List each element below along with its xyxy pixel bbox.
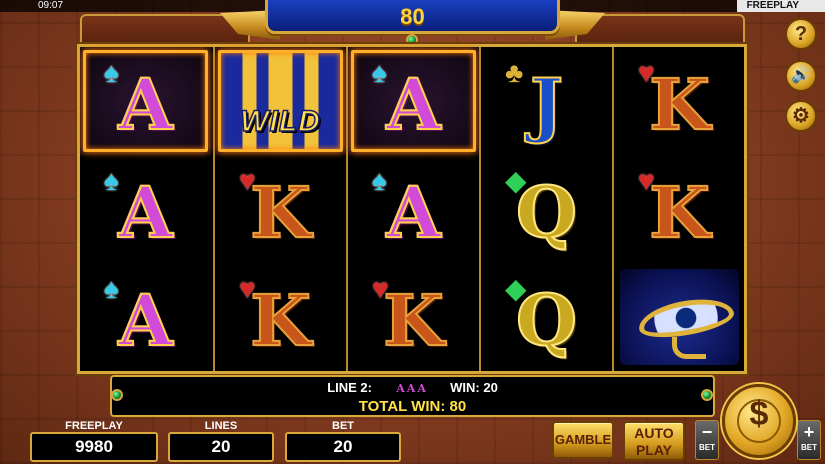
speaker-icon: 🔊 xyxy=(791,67,811,84)
bet-decrease-label: BET xyxy=(699,443,715,452)
lines-value[interactable]: 20 xyxy=(168,432,274,462)
line-label: LINE 2: xyxy=(327,380,372,395)
header-win-display: 80 xyxy=(265,0,560,34)
symbol-letter: A xyxy=(117,279,173,362)
reel-symbol: ♥ K xyxy=(215,263,346,371)
symbol-letter: A xyxy=(385,63,441,146)
reel-symbol: ♠ A xyxy=(348,155,479,263)
reel-symbol: ♥ K xyxy=(614,47,745,155)
line-symbol: A xyxy=(396,382,405,395)
line-win-text: LINE 2: AAA WIN: 20 xyxy=(112,380,713,395)
autoplay-label-1: AUTO xyxy=(634,425,674,441)
reel-symbol: ♠ A xyxy=(80,47,211,155)
minus-icon: − xyxy=(701,422,713,442)
reel-symbol: ◆ Q xyxy=(481,155,612,263)
clock: 09:07 xyxy=(38,0,64,11)
wild-label: WILD xyxy=(239,104,321,139)
symbol-letter: Q xyxy=(515,171,578,254)
help-button[interactable]: ? xyxy=(785,18,817,50)
reel-symbol: ♠ A xyxy=(80,263,211,371)
autoplay-button[interactable]: AUTO PLAY xyxy=(623,421,685,461)
top-right-decoration xyxy=(575,14,745,44)
reel-symbol: WILD xyxy=(215,47,346,155)
reel-symbol: ◆ Q xyxy=(481,263,612,371)
symbol-letter: K xyxy=(382,279,445,362)
symbol-letter: Q xyxy=(515,279,578,362)
reel-symbol: ♥ K xyxy=(614,155,745,263)
info-gem-left xyxy=(111,389,123,401)
symbol-letter: J xyxy=(529,63,564,146)
plus-icon: + xyxy=(803,422,815,442)
reel-area: ♠ A ♠ A ♠ A WILD ♥ K ♥ K ♠ A ♠ A ♥ K ♣ J ◆ Q ◆ Q ♥ K ♥ K xyxy=(77,44,747,374)
symbol-letter: K xyxy=(249,171,312,254)
gamble-button[interactable]: GAMBLE xyxy=(552,421,614,459)
reel-1: ♠ A ♠ A ♠ A xyxy=(80,47,211,371)
game-screen: 09:07 FREEPLAY 80 ♠ A ♠ A ♠ A WILD ♥ K ♥ K ♠ A ♠ A ♥ K ♣ J… xyxy=(0,0,825,464)
reel-5: ♥ K ♥ K xyxy=(612,47,743,371)
bet-decrease-button[interactable]: − BET xyxy=(695,420,719,460)
reel-symbol: ♥ K xyxy=(348,263,479,371)
mode-badge: FREEPLAY xyxy=(736,0,825,12)
header-win-value: 80 xyxy=(400,4,425,29)
total-win-text: TOTAL WIN: 80 xyxy=(358,398,467,415)
symbol-letter: A xyxy=(117,63,173,146)
symbol-letter: A xyxy=(117,171,173,254)
info-gem-right xyxy=(701,389,713,401)
eye-of-horus-icon xyxy=(620,269,739,365)
line-win-amount: WIN: 20 xyxy=(450,380,498,395)
reel-symbol: ♥ K xyxy=(215,155,346,263)
reel-3: ♠ A ♠ A ♥ K xyxy=(346,47,479,371)
bet-label: BET xyxy=(332,420,354,432)
spade-icon: ♠ xyxy=(372,57,387,88)
settings-button[interactable]: ⚙ xyxy=(785,100,817,132)
top-left-decoration xyxy=(80,14,250,44)
freeplay-balance: 9980 xyxy=(30,432,158,462)
reel-symbol xyxy=(614,263,745,371)
reel-symbol: ♠ A xyxy=(80,155,211,263)
symbol-letter: K xyxy=(648,171,711,254)
spade-icon: ♠ xyxy=(104,57,119,88)
sound-button[interactable]: 🔊 xyxy=(785,60,817,92)
reel-symbol: ♠ A xyxy=(348,47,479,155)
lines-label: LINES xyxy=(204,420,238,432)
line-symbol: A xyxy=(406,382,416,395)
bet-increase-button[interactable]: + BET xyxy=(797,420,821,460)
question-icon: ? xyxy=(794,23,808,45)
reel-2: WILD ♥ K ♥ K xyxy=(213,47,346,371)
reel-4: ♣ J ◆ Q ◆ Q xyxy=(479,47,610,371)
gear-icon: ⚙ xyxy=(792,105,810,127)
bet-increase-label: BET xyxy=(801,443,817,452)
symbol-letter: K xyxy=(648,63,711,146)
win-info-bar: LINE 2: AAA WIN: 20 TOTAL WIN: 80 xyxy=(110,375,715,417)
symbol-letter: K xyxy=(249,279,312,362)
reel-symbol: ♣ J xyxy=(481,47,612,155)
freeplay-label: FREEPLAY xyxy=(65,420,123,432)
line-symbol: A xyxy=(417,382,426,395)
bet-value[interactable]: 20 xyxy=(285,432,401,462)
wild-symbol-art xyxy=(221,51,340,151)
symbol-letter: A xyxy=(385,171,441,254)
autoplay-label-2: PLAY xyxy=(635,442,673,458)
spin-button[interactable]: $ xyxy=(722,384,796,458)
money-bag-icon: $ xyxy=(749,395,769,433)
